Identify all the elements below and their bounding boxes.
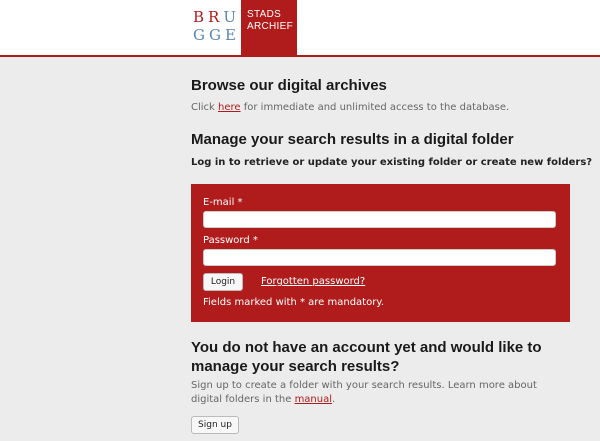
mandatory-prefix: Fields marked with [203, 297, 300, 308]
signup-text-body: Sign up to create a folder with your sea… [191, 380, 537, 405]
password-label-text: Password [203, 235, 250, 246]
manage-title: Manage your search results in a digital … [191, 131, 514, 148]
site-header: BRU GGE STADS ARCHIEF [0, 0, 600, 57]
mandatory-note: Fields marked with * are mandatory. [203, 297, 384, 308]
logo-box-line-2: ARCHIEF [247, 21, 293, 32]
forgotten-password-link[interactable]: Forgotten password? [261, 276, 365, 287]
signup-text-end: . [332, 394, 336, 405]
email-required-marker: * [237, 197, 243, 208]
logo-box-line-1: STADS [247, 9, 282, 20]
mandatory-suffix: are mandatory. [304, 297, 385, 308]
email-label-text: E-mail [203, 197, 235, 208]
logo-line-2: GGE [193, 26, 240, 44]
stadsarchief-logo-box[interactable]: STADS ARCHIEF [241, 0, 297, 57]
brugge-logo[interactable]: BRU GGE [193, 8, 237, 48]
password-required-marker: * [252, 235, 258, 246]
manual-link[interactable]: manual [295, 394, 332, 405]
logo-line-1: BRU [193, 8, 240, 26]
login-subtitle: Log in to retrieve or update your existi… [191, 157, 593, 168]
browse-text-suffix: for immediate and unlimited access to th… [240, 102, 510, 113]
password-field[interactable] [203, 249, 556, 266]
email-label: E-mail * [203, 197, 243, 208]
email-field[interactable] [203, 211, 556, 228]
signup-text: Sign up to create a folder with your sea… [191, 379, 571, 407]
browse-title: Browse our digital archives [191, 77, 387, 94]
login-form: E-mail * Password * Login Forgotten pass… [191, 184, 570, 322]
browse-text: Click here for immediate and unlimited a… [191, 102, 509, 113]
browse-text-prefix: Click [191, 102, 219, 113]
login-button[interactable]: Login [203, 273, 243, 291]
browse-here-link[interactable]: here [218, 102, 241, 113]
signup-button[interactable]: Sign up [191, 416, 239, 434]
signup-title: You do not have an account yet and would… [191, 339, 542, 375]
password-label: Password * [203, 235, 258, 246]
